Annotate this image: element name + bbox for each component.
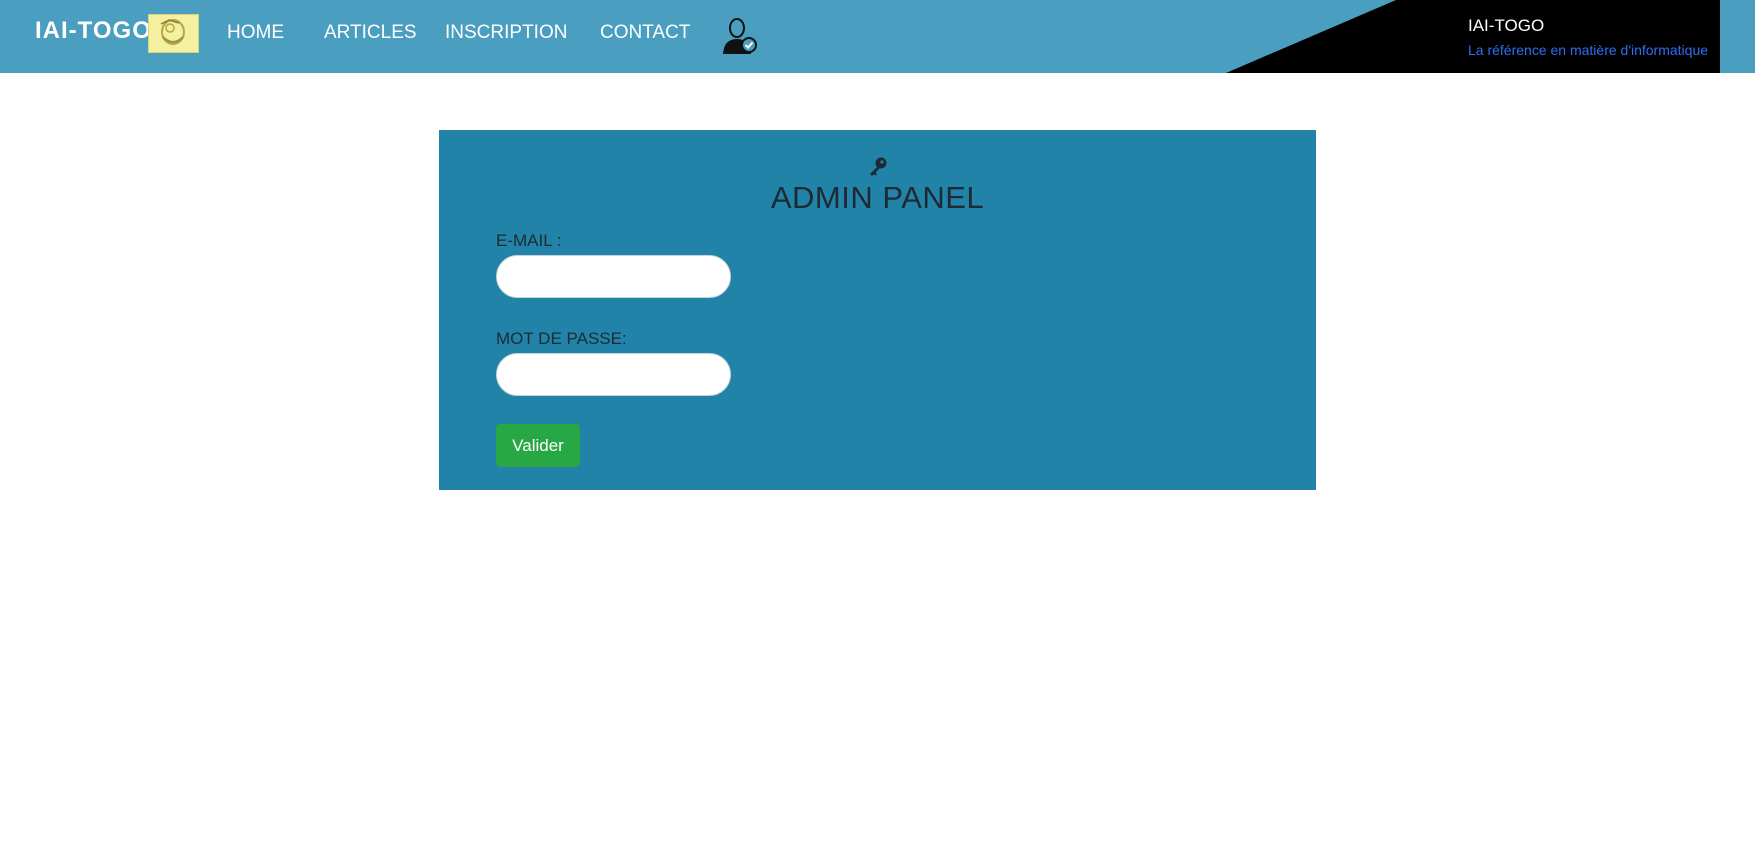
admin-user-icon[interactable] xyxy=(722,17,758,55)
admin-login-panel: ADMIN PANEL E-MAIL : MOT DE PASSE: Valid… xyxy=(439,130,1316,490)
panel-title: ADMIN PANEL xyxy=(770,180,985,215)
password-field[interactable] xyxy=(496,353,731,396)
corner-subtitle: La référence en matière d'informatique xyxy=(1468,42,1709,58)
submit-button[interactable]: Valider xyxy=(496,424,580,467)
corner-title: IAI-TOGO xyxy=(1468,16,1545,35)
email-field[interactable] xyxy=(496,255,731,298)
nav-articles[interactable]: ARTICLES xyxy=(324,22,417,44)
top-navbar: IAI-TOGO HOME ARTICLES INSCRIPTION CONTA… xyxy=(0,0,1755,73)
password-label: MOT DE PASSE: xyxy=(496,329,627,348)
nav-contact[interactable]: CONTACT xyxy=(600,22,690,44)
key-icon xyxy=(867,156,889,178)
black-corner-decoration xyxy=(1226,0,1720,73)
brand-name[interactable]: IAI-TOGO xyxy=(35,17,152,45)
nav-inscription[interactable]: INSCRIPTION xyxy=(445,22,567,44)
iai-logo-icon[interactable] xyxy=(148,14,199,53)
navbar-right-strip xyxy=(1720,0,1755,73)
email-label: E-MAIL : xyxy=(496,231,562,250)
nav-home[interactable]: HOME xyxy=(227,22,284,44)
